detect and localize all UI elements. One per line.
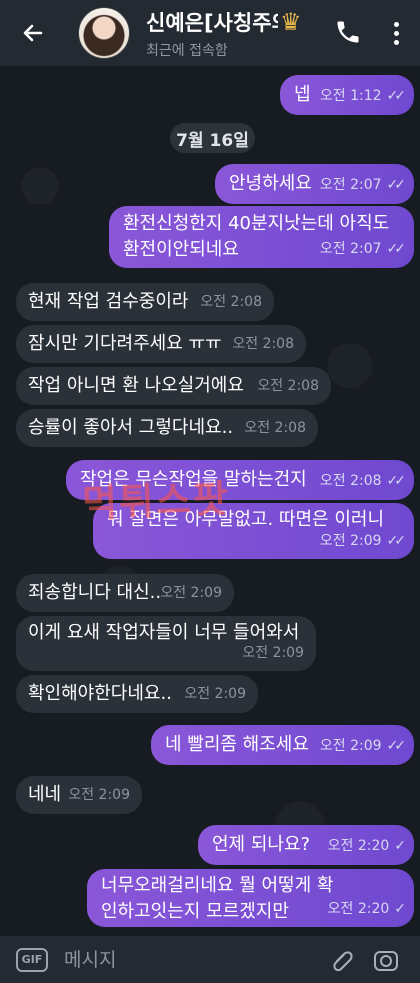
message-outgoing[interactable]: 환전신청한지 40분지낫는데 아직도 환전이안되네요 오전 2:07 ✓✓ (109, 206, 414, 268)
read-ticks-icon: ✓✓ (386, 473, 407, 489)
date-divider: 7월 16일 (170, 123, 255, 153)
message-text: 안녕하세요 (229, 173, 312, 194)
message-time: 오전 2:08 (319, 473, 382, 489)
gif-button[interactable]: GIF (16, 947, 48, 972)
message-text: 잠시만 기다려주세요 ㅠㅠ (28, 333, 222, 354)
chat-title-box[interactable]: 신예은[사칭주의 ♛ 최근에 접속함 (146, 7, 336, 60)
message-text: 네 빨리좀 해조세요 (165, 734, 309, 755)
message-text: 확인해야한다네요.. (28, 683, 172, 704)
message-time: 오전 1:12 (319, 88, 382, 104)
message-meta: 오전 2:09 ✓✓ (319, 733, 407, 759)
camera-icon (374, 951, 398, 971)
message-text: 뭐 잘면은 아무말없고. 따면은 이러니 (107, 509, 385, 530)
more-vert-dot (393, 39, 399, 45)
message-text: 너무오래걸리네요 뭘 어떻게 확인하고잇는지 모르겠지만 (101, 875, 334, 922)
chat-title: 신예은[사칭주의 (146, 10, 278, 35)
message-text: 작업은 무슨작업을 말하는건지 (80, 469, 307, 490)
message-text: 승률이 좋아서 그렇다네요.. (28, 417, 234, 438)
message-incoming[interactable]: 승률이 좋아서 그렇다네요.. 오전 2:08 (16, 409, 318, 447)
crown-icon: ♛ (280, 7, 302, 36)
message-outgoing[interactable]: 네 빨리좀 해조세요 오전 2:09 ✓✓ (151, 725, 414, 765)
read-ticks-icon: ✓✓ (386, 177, 407, 193)
message-text: 언제 되나요? (212, 834, 311, 855)
message-incoming[interactable]: 죄송합니다 대신.. 오전 2:09 (16, 574, 234, 612)
message-time: 오전 2:09 (242, 645, 304, 661)
message-meta: 오전 2:20 ✓ (327, 833, 406, 859)
message-outgoing[interactable]: 뭐 잘면은 아무말없고. 따면은 이러니 오전 2:09 ✓✓ (93, 503, 414, 559)
back-button[interactable] (10, 10, 56, 56)
message-outgoing[interactable]: 안녕하세요 오전 2:07 ✓✓ (215, 164, 414, 204)
message-text: 네네 (28, 784, 62, 805)
call-button[interactable] (334, 18, 364, 48)
attach-button[interactable] (330, 948, 354, 974)
read-ticks-icon: ✓✓ (386, 88, 407, 104)
message-text: 넵 (294, 84, 311, 105)
message-meta: 오전 2:07 ✓✓ (319, 236, 407, 262)
message-time: 오전 2:08 (232, 336, 294, 352)
read-ticks-icon: ✓ (394, 901, 406, 917)
message-meta: 오전 2:20 ✓ (327, 896, 406, 922)
more-menu-button[interactable] (386, 17, 406, 49)
message-outgoing[interactable]: 언제 되나요? 오전 2:20 ✓ (198, 825, 414, 865)
phone-icon (337, 21, 359, 43)
message-text: 작업 아니면 환 나오실거에요 (28, 375, 244, 396)
back-arrow-icon (23, 24, 43, 42)
message-incoming[interactable]: 확인해야한다네요.. 오전 2:09 (16, 675, 258, 713)
last-seen-status: 최근에 접속함 (146, 42, 228, 59)
message-incoming[interactable]: 작업 아니면 환 나오실거에요 오전 2:08 (16, 367, 331, 405)
more-vert-dot (393, 30, 399, 36)
message-meta: 오전 2:07 ✓✓ (319, 172, 407, 198)
paperclip-icon (333, 951, 353, 972)
message-outgoing[interactable]: 작업은 무슨작업을 말하는건지 오전 2:08 ✓✓ (66, 460, 414, 500)
message-time: 오전 2:08 (244, 420, 306, 436)
message-time: 오전 2:20 (327, 901, 390, 917)
read-ticks-icon: ✓✓ (386, 241, 407, 257)
message-outgoing[interactable]: 너무오래걸리네요 뭘 어떻게 확인하고잇는지 모르겠지만 오전 2:20 ✓ (87, 869, 414, 927)
message-incoming[interactable]: 이게 요새 작업자들이 너무 들어와서 오전 2:09 (16, 616, 316, 671)
message-time: 오전 2:20 (327, 838, 390, 854)
message-time: 오전 2:08 (200, 294, 262, 310)
message-time: 오전 2:09 (319, 533, 382, 549)
message-meta: 오전 2:09 ✓✓ (319, 528, 407, 554)
message-time: 오전 2:09 (319, 738, 382, 754)
message-incoming[interactable]: 네네 오전 2:09 (16, 776, 142, 814)
message-incoming[interactable]: 잠시만 기다려주세요 ㅠㅠ 오전 2:08 (16, 325, 306, 363)
read-ticks-icon: ✓✓ (386, 533, 407, 549)
message-time: 오전 2:09 (160, 585, 222, 601)
read-ticks-icon: ✓ (394, 838, 406, 854)
message-meta: 오전 2:08 ✓✓ (319, 468, 407, 494)
more-vert-icon (393, 21, 399, 27)
message-incoming[interactable]: 현재 작업 검수중이라 오전 2:08 (16, 283, 274, 321)
read-ticks-icon: ✓✓ (386, 738, 407, 754)
message-text: 죄송합니다 대신.. (28, 582, 162, 603)
message-text: 현재 작업 검수중이라 (28, 291, 189, 312)
message-time: 오전 2:09 (184, 686, 246, 702)
message-time: 오전 2:07 (319, 177, 382, 193)
message-input[interactable] (62, 941, 286, 978)
chat-header: 신예은[사칭주의 ♛ 최근에 접속함 (0, 0, 420, 66)
message-time: 오전 2:07 (319, 241, 382, 257)
message-time: 오전 2:09 (68, 787, 130, 803)
message-time: 오전 2:08 (257, 378, 319, 394)
avatar[interactable] (78, 7, 130, 59)
message-composer: GIF (0, 936, 420, 983)
message-outgoing[interactable]: 넵 오전 1:12 ✓✓ (280, 75, 414, 115)
camera-button[interactable] (372, 948, 400, 974)
message-meta: 오전 1:12 ✓✓ (319, 83, 407, 109)
